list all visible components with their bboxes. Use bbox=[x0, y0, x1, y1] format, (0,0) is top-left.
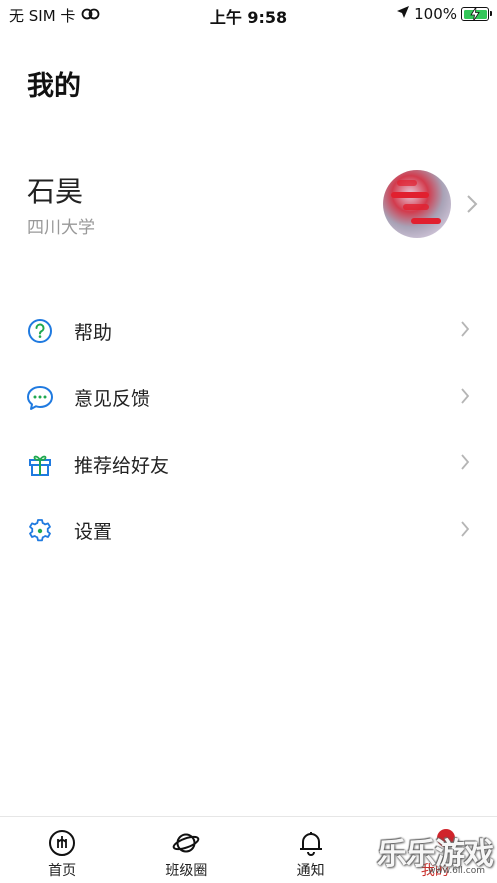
page-title: 我的 bbox=[27, 71, 81, 102]
tab-mine[interactable]: 我的 bbox=[373, 817, 497, 883]
settings-menu: 帮助 意见反馈 推荐给好友 设置 bbox=[0, 298, 497, 564]
home-icon bbox=[48, 829, 76, 857]
user-name: 石昊 bbox=[27, 175, 84, 208]
menu-item-label: 推荐给好友 bbox=[74, 454, 170, 477]
profile-card[interactable]: 石昊 四川大学 bbox=[0, 150, 497, 250]
avatar[interactable] bbox=[383, 170, 451, 238]
planet-icon bbox=[172, 829, 200, 857]
menu-item-feedback[interactable]: 意见反馈 bbox=[0, 365, 497, 432]
status-bar: 无 SIM 卡 上午 9:58 100% bbox=[0, 0, 497, 28]
gift-icon bbox=[26, 450, 54, 478]
menu-item-settings[interactable]: 设置 bbox=[0, 498, 497, 565]
chevron-right-icon bbox=[466, 194, 478, 218]
profile-icon bbox=[437, 829, 456, 847]
tab-label: 我的 bbox=[420, 863, 449, 879]
bell-icon bbox=[297, 829, 325, 857]
settings-gear-icon bbox=[26, 517, 54, 545]
battery-percent: 100% bbox=[414, 5, 457, 23]
menu-item-label: 设置 bbox=[74, 521, 113, 544]
user-school: 四川大学 bbox=[27, 218, 95, 238]
chevron-right-icon bbox=[460, 520, 470, 542]
location-arrow-icon bbox=[396, 5, 410, 23]
menu-item-label: 意见反馈 bbox=[74, 388, 151, 411]
tab-notifications[interactable]: 通知 bbox=[249, 817, 373, 883]
feedback-chat-icon bbox=[26, 384, 54, 412]
bottom-tab-bar: 首页 班级圈 通知 我的 bbox=[0, 816, 497, 883]
menu-item-recommend[interactable]: 推荐给好友 bbox=[0, 431, 497, 498]
tab-home[interactable]: 首页 bbox=[0, 817, 124, 883]
menu-item-label: 帮助 bbox=[74, 321, 113, 344]
help-icon bbox=[26, 317, 54, 345]
tab-label: 首页 bbox=[48, 863, 77, 879]
tab-label: 班级圈 bbox=[165, 863, 208, 879]
chevron-right-icon bbox=[460, 453, 470, 475]
chevron-right-icon bbox=[460, 387, 470, 409]
menu-item-help[interactable]: 帮助 bbox=[0, 298, 497, 365]
battery-charging-icon bbox=[461, 7, 492, 21]
status-right: 100% bbox=[396, 5, 492, 23]
tab-label: 通知 bbox=[296, 863, 325, 879]
tab-class-circle[interactable]: 班级圈 bbox=[124, 817, 248, 883]
chevron-right-icon bbox=[460, 320, 470, 342]
